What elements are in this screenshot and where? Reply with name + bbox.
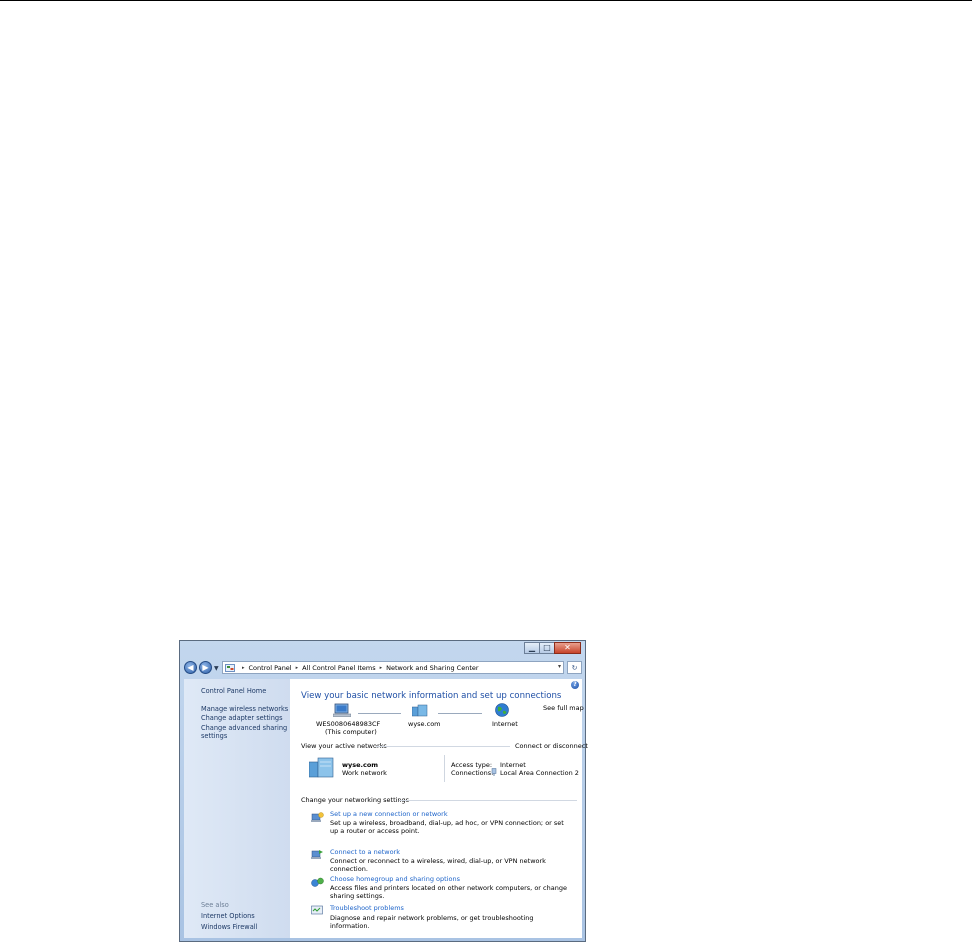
sidebar-item-windows-firewall[interactable]: Windows Firewall bbox=[201, 923, 257, 931]
see-also-label: See also bbox=[201, 901, 229, 909]
network-sharing-center-window: ▁ □ ✕ ◀ ▶ ▼ ▸ Control Panel ▸ All Contro… bbox=[179, 640, 588, 942]
back-arrow-icon: ◀ bbox=[187, 662, 194, 672]
breadcrumb-separator: ▸ bbox=[295, 664, 299, 671]
sidebar-control-panel-home[interactable]: Control Panel Home bbox=[201, 687, 266, 695]
computer-name: WES0080648983CF bbox=[316, 720, 381, 728]
connect-disconnect-link[interactable]: Connect or disconnect bbox=[515, 742, 588, 750]
sidebar: Control Panel Home Manage wireless netwo… bbox=[184, 679, 290, 938]
homegroup-link[interactable]: Choose homegroup and sharing options bbox=[330, 875, 460, 883]
network-type-link[interactable]: Work network bbox=[342, 769, 387, 777]
setup-connection-desc: Set up a wireless, broadband, dial-up, a… bbox=[330, 819, 564, 835]
sidebar-item-change-advanced-sharing[interactable]: Change advanced sharing bbox=[201, 724, 287, 732]
map-connection-line bbox=[358, 713, 401, 714]
work-network-icon bbox=[309, 757, 334, 778]
computer-icon bbox=[333, 703, 351, 717]
sidebar-item-change-advanced-sharing-cont[interactable]: settings bbox=[201, 732, 227, 740]
globe-icon bbox=[495, 703, 509, 717]
sidebar-item-change-adapter[interactable]: Change adapter settings bbox=[201, 714, 283, 722]
local-area-connection-link[interactable]: Local Area Connection 2 bbox=[500, 769, 579, 777]
caption-buttons: ▁ □ ✕ bbox=[524, 642, 581, 655]
troubleshoot-icon bbox=[311, 905, 323, 915]
refresh-icon: ↻ bbox=[571, 663, 578, 672]
top-border-line bbox=[0, 0, 972, 1]
connect-network-icon bbox=[311, 850, 323, 859]
homegroup-desc: Access files and printers located on oth… bbox=[330, 884, 567, 900]
network-icon bbox=[412, 704, 428, 717]
active-network-name: wyse.com bbox=[342, 761, 379, 769]
recent-pages-dropdown-icon[interactable]: ▼ bbox=[214, 665, 219, 672]
address-bar[interactable]: ▸ Control Panel ▸ All Control Panel Item… bbox=[222, 661, 564, 674]
breadcrumb-separator: ▸ bbox=[242, 664, 245, 671]
new-connection-icon bbox=[311, 812, 324, 822]
breadcrumb-all-items[interactable]: All Control Panel Items bbox=[302, 664, 375, 672]
ethernet-icon bbox=[491, 768, 497, 776]
breadcrumb-network-sharing[interactable]: Network and Sharing Center bbox=[386, 664, 478, 672]
map-connection-line bbox=[438, 713, 482, 714]
navigation-bar: ◀ ▶ ▼ ▸ Control Panel ▸ All Control Pane… bbox=[184, 661, 582, 675]
connections-label: Connections: bbox=[451, 769, 494, 777]
active-networks-header: View your active networks bbox=[301, 742, 387, 750]
page-title: View your basic network information and … bbox=[301, 691, 562, 701]
sidebar-item-manage-wireless[interactable]: Manage wireless networks bbox=[201, 705, 288, 713]
connect-network-link[interactable]: Connect to a network bbox=[330, 848, 400, 856]
control-panel-icon bbox=[225, 663, 235, 672]
help-icon[interactable]: ? bbox=[571, 681, 579, 689]
header-rule bbox=[376, 746, 510, 747]
close-button[interactable]: ✕ bbox=[554, 642, 581, 654]
map-network-name: wyse.com bbox=[408, 720, 441, 728]
computer-sub-label: (This computer) bbox=[325, 728, 377, 736]
main-content: ? View your basic network information an… bbox=[290, 679, 588, 938]
troubleshoot-link[interactable]: Troubleshoot problems bbox=[330, 904, 404, 912]
sidebar-item-internet-options[interactable]: Internet Options bbox=[201, 912, 255, 920]
access-type-label: Access type: bbox=[451, 761, 493, 769]
back-button[interactable]: ◀ bbox=[184, 661, 197, 674]
map-internet-label: Internet bbox=[492, 720, 518, 728]
access-type-value: Internet bbox=[500, 761, 526, 769]
minimize-button[interactable]: ▁ bbox=[524, 642, 540, 654]
change-settings-header: Change your networking settings bbox=[301, 796, 410, 804]
see-full-map-link[interactable]: See full map bbox=[543, 704, 584, 712]
breadcrumb-control-panel[interactable]: Control Panel bbox=[249, 664, 292, 672]
breadcrumb-separator: ▸ bbox=[379, 664, 383, 671]
forward-arrow-icon: ▶ bbox=[202, 662, 209, 672]
address-dropdown-icon[interactable]: ▾ bbox=[558, 663, 561, 670]
connect-network-desc: Connect or reconnect to a wireless, wire… bbox=[330, 857, 546, 873]
setup-connection-link[interactable]: Set up a new connection or network bbox=[330, 810, 448, 818]
header-rule bbox=[399, 800, 577, 801]
maximize-button[interactable]: □ bbox=[539, 642, 555, 654]
divider bbox=[444, 755, 445, 782]
troubleshoot-desc: Diagnose and repair network problems, or… bbox=[330, 914, 534, 930]
forward-button[interactable]: ▶ bbox=[199, 661, 212, 674]
homegroup-icon bbox=[311, 877, 324, 887]
refresh-button[interactable]: ↻ bbox=[567, 661, 582, 674]
